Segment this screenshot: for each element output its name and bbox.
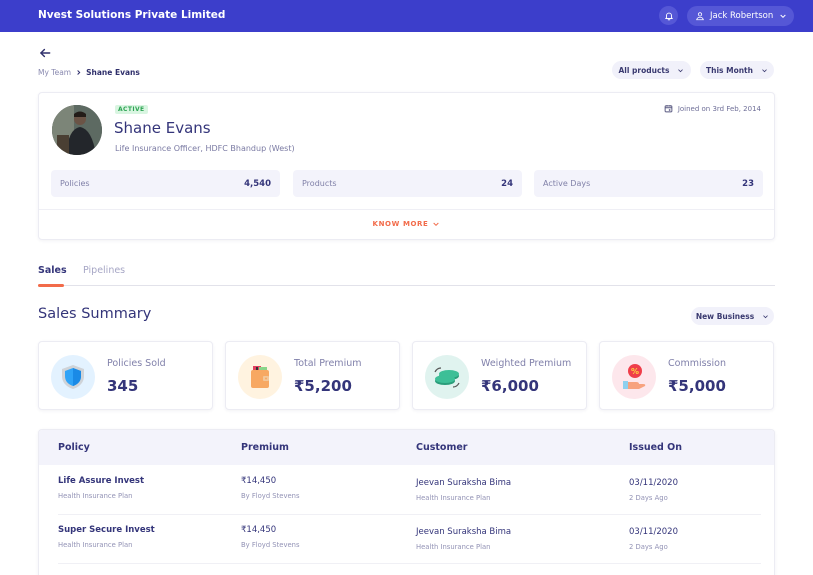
breadcrumb: My Team Shane Evans xyxy=(38,68,140,77)
card-label: Commission xyxy=(668,358,726,369)
profile-name: Shane Evans xyxy=(114,119,211,137)
section-title: Sales Summary xyxy=(38,306,152,322)
tab-sales[interactable]: Sales xyxy=(38,265,67,287)
know-more-button[interactable]: KNOW MORE xyxy=(39,220,774,228)
premium-agent: By Floyd Stevens xyxy=(241,541,300,549)
customer-plan: Health Insurance Plan xyxy=(416,543,491,551)
column-header-customer[interactable]: Customer xyxy=(416,442,468,453)
card-label: Policies Sold xyxy=(107,358,166,369)
stat-policies: Policies 4,540 xyxy=(51,170,280,197)
card-label: Total Premium xyxy=(294,358,362,369)
table-row[interactable]: Super Secure Invest Health Insurance Pla… xyxy=(58,515,761,564)
know-more-label: KNOW MORE xyxy=(372,220,429,228)
joined-date: Joined on 3rd Feb, 2014 xyxy=(664,104,761,113)
stat-label: Products xyxy=(302,179,337,188)
stat-value: 24 xyxy=(501,178,513,189)
card-value: 345 xyxy=(107,377,139,395)
customer-cell: Jeevan Suraksha Bima Health Insurance Pl… xyxy=(416,478,511,502)
policy-name: Life Assure Invest xyxy=(58,476,145,486)
user-icon xyxy=(696,12,704,21)
notifications-button[interactable] xyxy=(659,6,678,25)
wallet-icon xyxy=(238,355,282,399)
chevron-down-icon xyxy=(763,314,769,318)
premium-cell: ₹14,450 By Floyd Stevens xyxy=(241,476,300,500)
chevron-down-icon xyxy=(433,222,440,227)
summary-card-weighted-premium: Weighted Premium ₹6,000 xyxy=(412,341,587,410)
tab-pipelines[interactable]: Pipelines xyxy=(83,265,125,276)
table-header: Policy Premium Customer Issued On xyxy=(39,430,774,465)
card-value: ₹5,200 xyxy=(294,377,352,395)
policy-type: Health Insurance Plan xyxy=(58,541,133,549)
issued-date: 03/11/2020 xyxy=(629,478,678,488)
card-value: ₹5,000 xyxy=(668,377,726,395)
svg-text:%: % xyxy=(631,367,639,376)
avatar xyxy=(52,105,102,155)
policy-name: Super Secure Invest xyxy=(58,525,155,535)
premium-amount: ₹14,450 xyxy=(241,476,277,486)
top-bar: Nvest Solutions Private Limited Jack Rob… xyxy=(0,0,813,32)
status-badge: ACTIVE xyxy=(115,105,148,114)
tab-bar: Sales Pipelines xyxy=(38,263,775,287)
business-type-dropdown[interactable]: New Business xyxy=(691,307,774,325)
bell-icon xyxy=(664,12,673,20)
chevron-down-icon xyxy=(780,14,786,19)
card-label: Weighted Premium xyxy=(481,358,572,369)
stat-value: 23 xyxy=(742,178,754,189)
card-value: ₹6,000 xyxy=(481,377,539,395)
brand-name: Nvest Solutions Private Limited xyxy=(38,9,226,21)
joined-text: Joined on 3rd Feb, 2014 xyxy=(677,104,761,113)
policy-cell: Life Assure Invest Health Insurance Plan xyxy=(58,476,144,500)
user-name: Jack Robertson xyxy=(710,11,774,21)
issued-relative: 2 Days Ago xyxy=(629,543,668,551)
premium-agent: By Floyd Stevens xyxy=(241,492,300,500)
issued-cell: 03/11/2020 2 Days Ago xyxy=(629,527,678,551)
products-filter-label: All products xyxy=(618,65,670,75)
chevron-right-icon xyxy=(77,70,81,75)
column-header-premium[interactable]: Premium xyxy=(241,442,289,453)
business-type-label: New Business xyxy=(695,311,755,321)
user-menu-button[interactable]: Jack Robertson xyxy=(687,6,794,26)
stat-products: Products 24 xyxy=(293,170,522,197)
premium-cell: ₹14,450 By Floyd Stevens xyxy=(241,525,300,549)
stat-label: Policies xyxy=(60,179,90,188)
column-header-issued-on[interactable]: Issued On xyxy=(629,442,682,453)
period-filter-dropdown[interactable]: This Month xyxy=(700,61,774,79)
summary-card-commission: % Commission ₹5,000 xyxy=(599,341,774,410)
customer-name: Jeevan Suraksha Bima xyxy=(416,527,512,537)
shield-icon xyxy=(51,355,95,399)
column-header-policy[interactable]: Policy xyxy=(58,442,90,453)
period-filter-label: This Month xyxy=(706,65,753,75)
customer-name: Jeevan Suraksha Bima xyxy=(416,478,512,488)
premium-amount: ₹14,450 xyxy=(241,525,277,535)
coins-icon xyxy=(425,355,469,399)
policy-type: Health Insurance Plan xyxy=(58,492,133,500)
stat-value: 4,540 xyxy=(244,178,271,189)
profile-role: Life Insurance Officer, HDFC Bhandup (We… xyxy=(115,144,295,153)
back-button[interactable] xyxy=(38,45,52,59)
policies-table: Policy Premium Customer Issued On Life A… xyxy=(38,429,775,575)
calendar-icon xyxy=(664,105,673,113)
divider xyxy=(39,209,774,210)
customer-plan: Health Insurance Plan xyxy=(416,494,491,502)
profile-card: ACTIVE Shane Evans Life Insurance Office… xyxy=(38,92,775,240)
issued-cell: 03/11/2020 2 Days Ago xyxy=(629,478,678,502)
customer-cell: Jeevan Suraksha Bima Health Insurance Pl… xyxy=(416,527,511,551)
summary-card-policies-sold: Policies Sold 345 xyxy=(38,341,213,410)
chevron-down-icon xyxy=(678,68,684,72)
policy-cell: Super Secure Invest Health Insurance Pla… xyxy=(58,525,155,549)
stat-label: Active Days xyxy=(543,179,591,188)
summary-card-total-premium: Total Premium ₹5,200 xyxy=(225,341,400,410)
breadcrumb-current: Shane Evans xyxy=(86,68,140,77)
commission-hand-icon: % xyxy=(612,355,656,399)
stat-active-days: Active Days 23 xyxy=(534,170,763,197)
issued-date: 03/11/2020 xyxy=(629,527,678,537)
issued-relative: 2 Days Ago xyxy=(629,494,668,502)
chevron-down-icon xyxy=(762,68,767,72)
table-row[interactable]: Life Assure Invest Health Insurance Plan… xyxy=(58,466,761,515)
breadcrumb-my-team[interactable]: My Team xyxy=(38,68,71,77)
arrow-left-icon xyxy=(40,48,51,58)
products-filter-dropdown[interactable]: All products xyxy=(612,61,691,79)
